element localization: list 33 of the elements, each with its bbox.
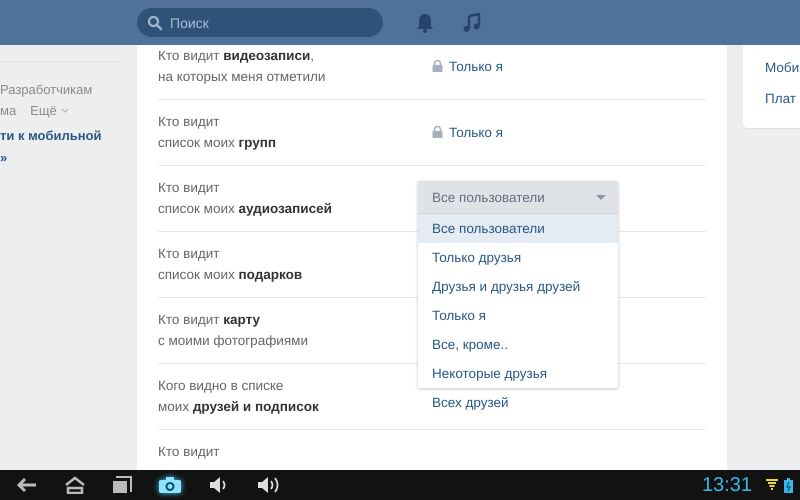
- privacy-link[interactable]: Только я: [449, 56, 503, 76]
- side-menu-item[interactable]: Плат: [765, 83, 800, 114]
- back-icon[interactable]: [14, 476, 38, 494]
- setting-label: Кто видит: [158, 443, 220, 461]
- setting-label: Кого видно в списке моих друзей и подписок: [158, 377, 320, 416]
- lock-icon: [432, 60, 443, 72]
- setting-label: Кто видит карту с моими фотографиями: [158, 311, 309, 350]
- dropdown-option[interactable]: Все пользователи: [418, 214, 618, 243]
- privacy-dropdown[interactable]: Все пользователи: [418, 181, 618, 214]
- privacy-link[interactable]: Всех друзей: [418, 392, 509, 413]
- lock-icon: [432, 126, 443, 138]
- mobile-version-link[interactable]: ти к мобильной: [0, 129, 137, 143]
- dropdown-option[interactable]: Только друзья: [418, 243, 618, 272]
- wifi-icon: [766, 479, 778, 491]
- caret-icon: [596, 194, 606, 200]
- chevron-down-icon: [60, 108, 69, 114]
- setting-label: Кто видит список моих аудиозаписей: [158, 179, 333, 218]
- mobile-version-link[interactable]: »: [0, 151, 137, 165]
- dropdown-option[interactable]: Только я: [418, 301, 618, 330]
- camera-icon[interactable]: [158, 476, 182, 494]
- setting-label: Кто видит список моих групп: [158, 113, 278, 152]
- privacy-link[interactable]: Только я: [449, 122, 503, 142]
- setting-label: Кто видит видеозаписи, на которых меня отметили: [158, 47, 326, 86]
- battery-icon: [784, 478, 793, 492]
- side-menu-item[interactable]: Моби: [765, 52, 800, 83]
- home-icon[interactable]: [64, 476, 86, 494]
- clock: 13:31: [702, 474, 752, 496]
- dropdown-option[interactable]: Некоторые друзья: [418, 359, 618, 388]
- dropdown-option[interactable]: Все, кроме..: [418, 330, 618, 359]
- recent-apps-icon[interactable]: [112, 476, 132, 494]
- dropdown-option[interactable]: Друзья и друзья друзей: [418, 272, 618, 301]
- setting-label: Кто видит список моих подарков: [158, 245, 304, 284]
- search-field[interactable]: Поиск: [137, 8, 383, 37]
